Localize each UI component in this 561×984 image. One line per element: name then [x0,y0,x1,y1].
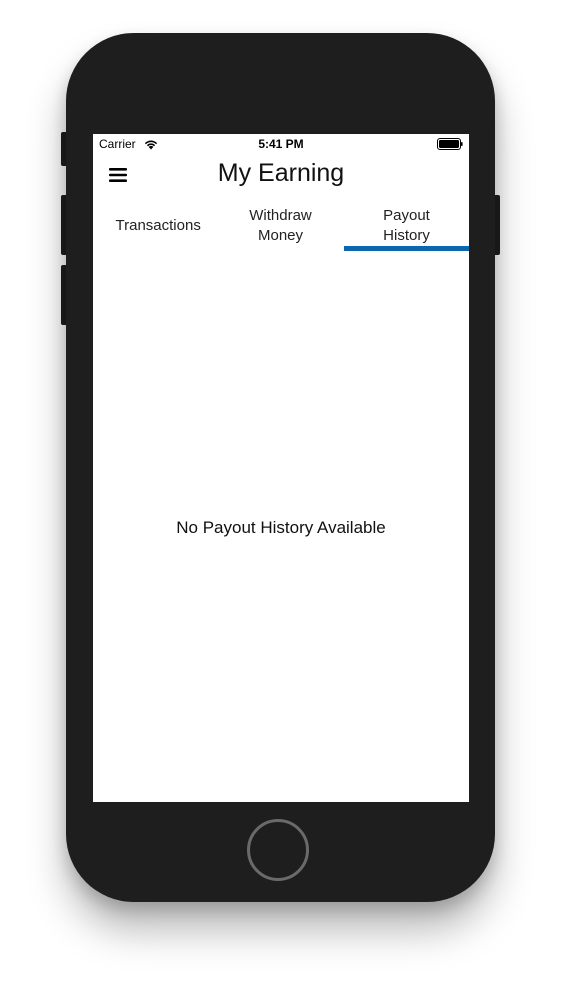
tab-bar: Transactions Withdraw Money Payout Histo… [93,200,469,252]
tab-payout-history[interactable]: Payout History [344,200,469,252]
tab-label: Transactions [115,217,201,234]
empty-state-message: No Payout History Available [176,518,386,537]
tab-transactions[interactable]: Transactions [93,200,218,252]
battery-full-icon [437,138,463,150]
navigation-bar: My Earning [93,154,469,198]
status-bar: Carrier 5:41 PM [93,134,469,154]
status-time: 5:41 PM [258,137,304,151]
tab-label: Withdraw Money [249,207,312,244]
tab-withdraw-money[interactable]: Withdraw Money [218,200,343,252]
tab-label: Payout History [383,207,430,244]
selected-tab-indicator [344,246,469,251]
page-title: My Earning [217,159,345,187]
app-screen: Carrier 5:41 PM My Earning Transactions … [93,134,469,802]
device-stage: Carrier 5:41 PM My Earning Transactions … [0,0,561,984]
home-button[interactable] [247,819,309,881]
